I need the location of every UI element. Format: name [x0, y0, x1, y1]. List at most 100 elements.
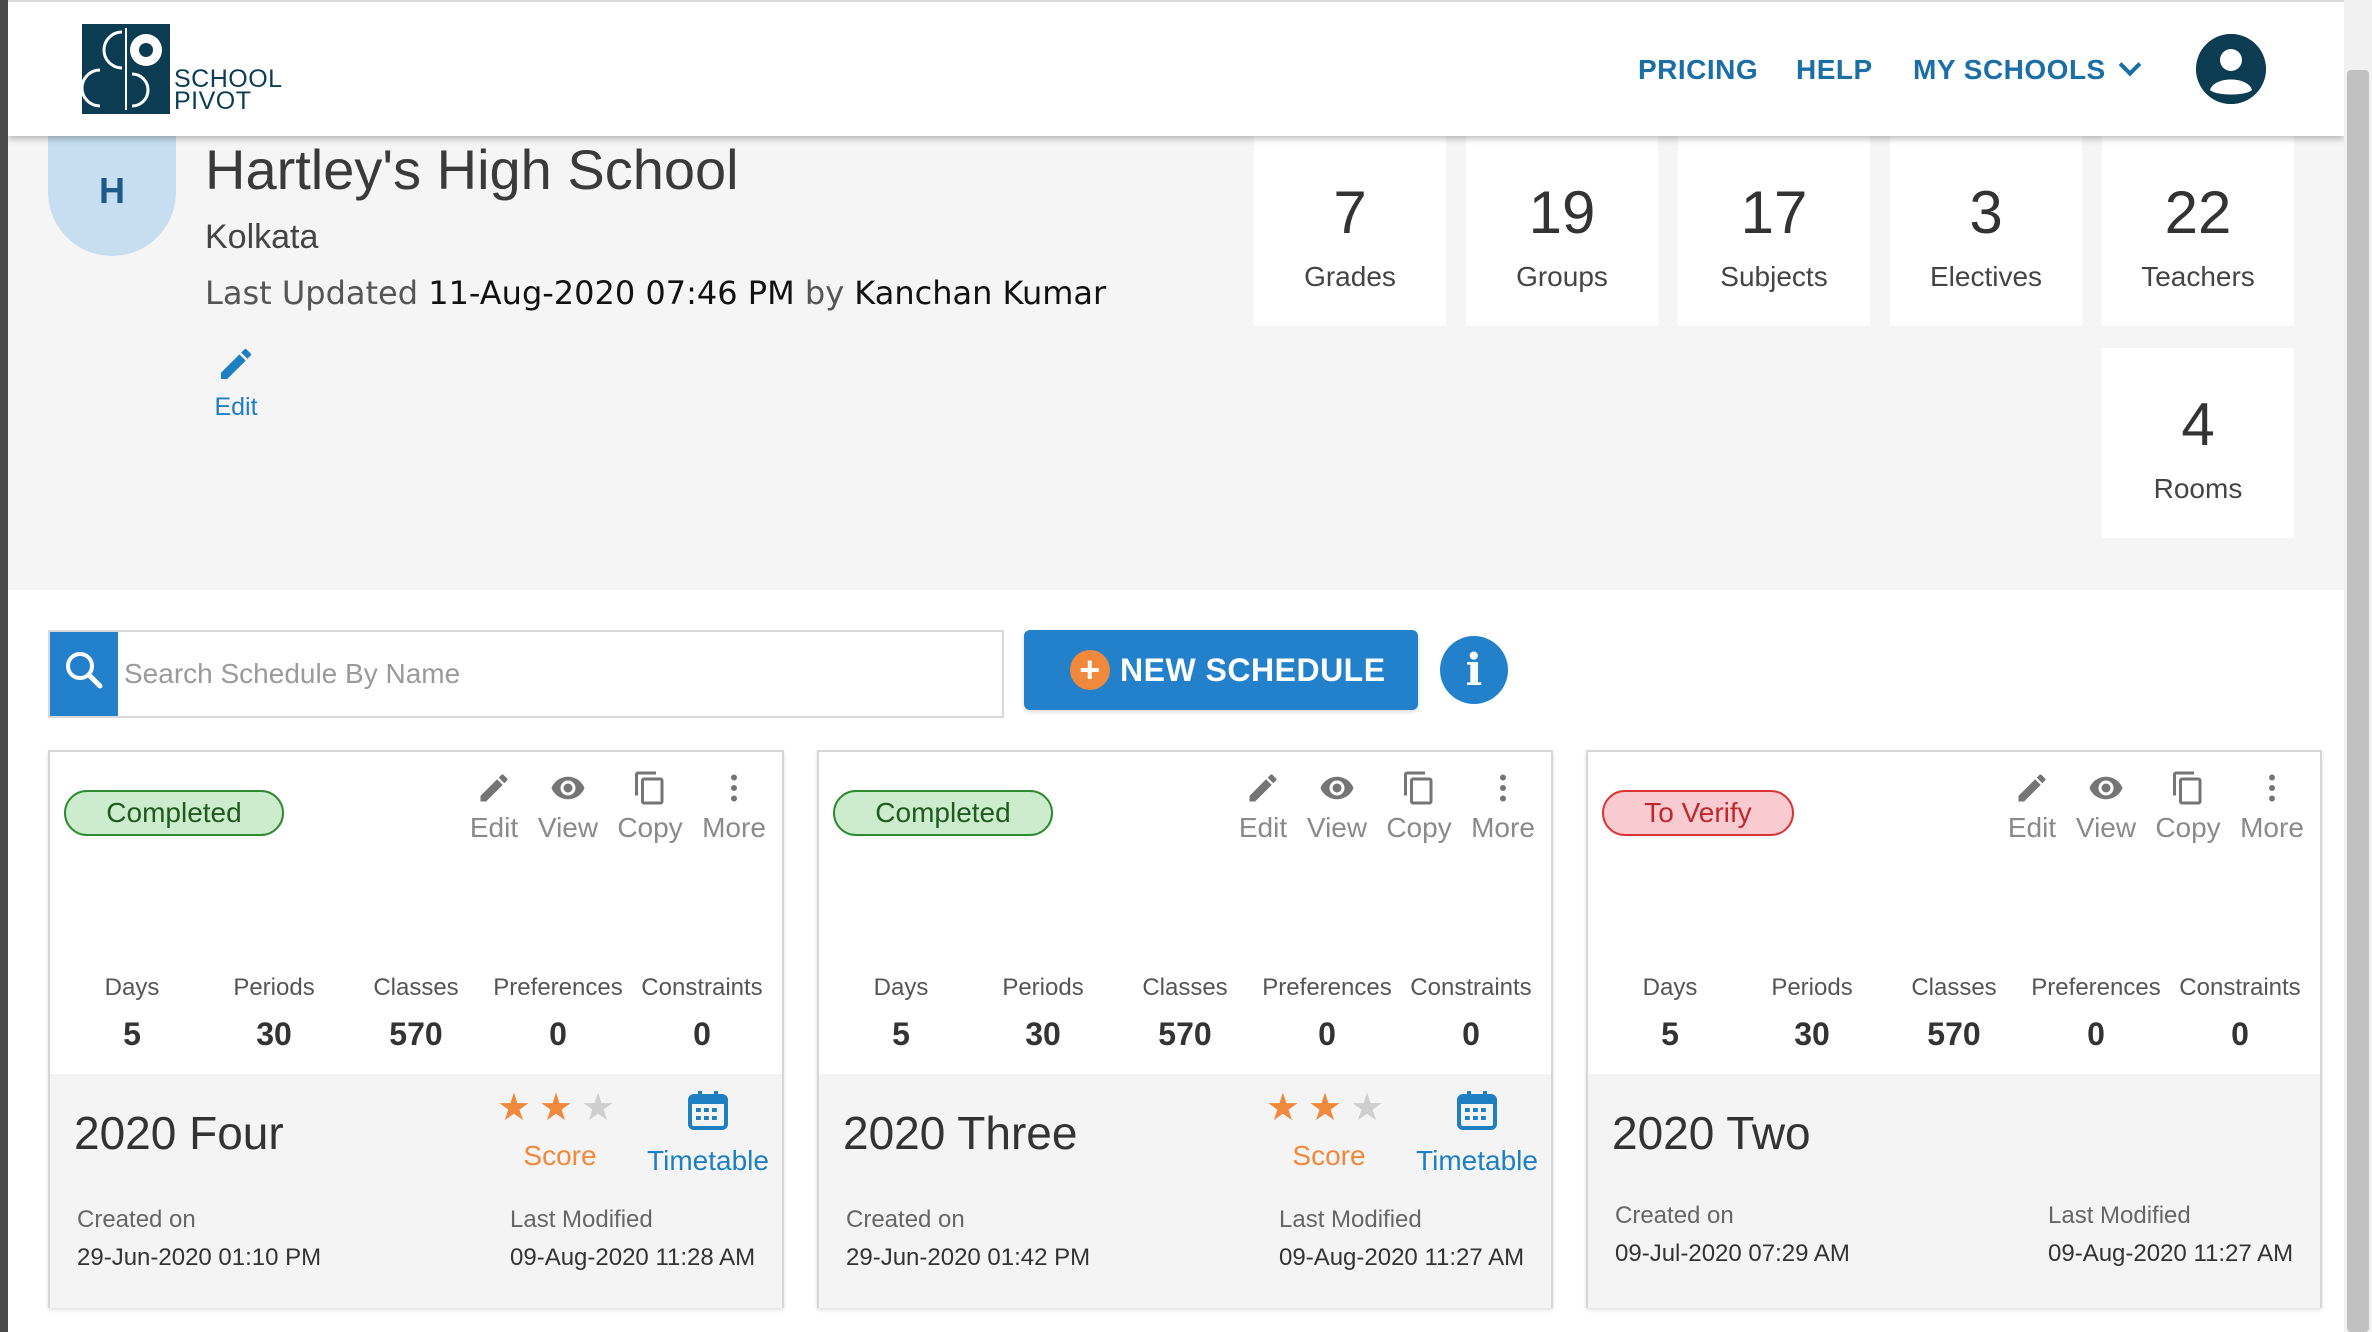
created-on-value: 29-Jun-2020 01:10 PM: [77, 1244, 322, 1271]
metric-label: Periods: [233, 974, 315, 1001]
timetable-label: Timetable: [1416, 1145, 1538, 1176]
edit-label: Edit: [1238, 812, 1288, 843]
card-actions: Edit View Copy More: [1994, 770, 2314, 850]
stat-subjects[interactable]: 17 Subjects: [1678, 136, 1870, 326]
card-footer: 2020 Three ★★★ Score Timetable Created o…: [819, 1074, 1551, 1308]
metric-value: 0: [1462, 1016, 1480, 1052]
metric-classes: Classes 570: [346, 974, 486, 1053]
last-modified-value: 09-Aug-2020 11:27 AM: [2048, 1240, 2294, 1267]
search-icon[interactable]: [50, 632, 118, 716]
star-rating: ★★★: [1259, 1086, 1399, 1130]
metric-days: Days 5: [831, 974, 971, 1053]
edit-schedule-button[interactable]: Edit: [1994, 770, 2070, 844]
more-vertical-icon: [1500, 774, 1506, 802]
created-on-label: Created on: [846, 1206, 965, 1233]
view-schedule-button[interactable]: View: [1299, 770, 1375, 844]
more-options-button[interactable]: More: [1465, 770, 1541, 844]
score-label: Score: [523, 1140, 597, 1171]
view-schedule-button[interactable]: View: [530, 770, 606, 844]
metric-value: 30: [1025, 1016, 1061, 1052]
stat-electives[interactable]: 3 Electives: [1890, 136, 2082, 326]
calendar-icon: [1457, 1091, 1497, 1130]
score-button[interactable]: ★★★ Score: [1259, 1086, 1399, 1172]
stat-value: 3: [1969, 179, 2003, 246]
schedule-name: 2020 Three: [843, 1107, 1078, 1159]
metric-label: Constraints: [641, 974, 763, 1001]
more-label: More: [1471, 812, 1535, 843]
copy-schedule-button[interactable]: Copy: [2150, 770, 2226, 844]
new-schedule-button[interactable]: + NEW SCHEDULE: [1024, 630, 1418, 710]
copy-label: Copy: [617, 812, 683, 843]
top-nav-bar: SCHOOL PIVOT PRICING HELP MY SCHOOLS: [8, 0, 2344, 136]
window-edge: [0, 0, 8, 1332]
stat-grades[interactable]: 7 Grades: [1254, 136, 1446, 326]
school-name: Hartley's High School: [205, 138, 739, 201]
metric-periods: Periods 30: [204, 974, 344, 1053]
edit-label: Edit: [469, 812, 519, 843]
copy-label: Copy: [1386, 812, 1452, 843]
stat-label: Rooms: [2153, 473, 2243, 504]
card-actions: Edit View Copy More: [456, 770, 776, 850]
last-modified-value: 09-Aug-2020 11:28 AM: [510, 1244, 756, 1271]
copy-schedule-button[interactable]: Copy: [612, 770, 688, 844]
school-city: Kolkata: [205, 218, 319, 256]
view-schedule-button[interactable]: View: [2068, 770, 2144, 844]
stat-groups[interactable]: 19 Groups: [1466, 136, 1658, 326]
status-badge: To Verify: [1602, 790, 1794, 836]
metric-periods: Periods 30: [973, 974, 1113, 1053]
school-pivot-logo[interactable]: SCHOOL PIVOT: [80, 24, 282, 116]
edit-school-label: Edit: [214, 393, 258, 421]
more-vertical-icon: [2269, 774, 2275, 802]
copy-schedule-button[interactable]: Copy: [1381, 770, 1457, 844]
stat-teachers[interactable]: 22 Teachers: [2102, 136, 2294, 326]
created-on-label: Created on: [77, 1206, 196, 1233]
stat-label: Subjects: [1720, 261, 1828, 292]
metric-label: Days: [1642, 974, 1698, 1001]
edit-school-button[interactable]: Edit: [204, 344, 268, 422]
scrollbar-thumb[interactable]: [2347, 70, 2369, 1332]
timetable-button[interactable]: Timetable: [1409, 1086, 1545, 1177]
user-account-icon[interactable]: [2196, 34, 2266, 104]
view-label: View: [1306, 812, 1368, 843]
metric-preferences: Preferences 0: [488, 974, 628, 1053]
star-empty-icon: ★: [581, 1087, 624, 1129]
stat-rooms[interactable]: 4 Rooms: [2102, 348, 2294, 538]
star-filled-icon: ★: [1265, 1087, 1308, 1129]
created-on-value: 09-Jul-2020 07:29 AM: [1615, 1240, 1850, 1267]
eye-icon: [1320, 776, 1354, 800]
edit-schedule-button[interactable]: Edit: [456, 770, 532, 844]
more-options-button[interactable]: More: [2234, 770, 2310, 844]
timetable-label: Timetable: [647, 1145, 769, 1176]
score-button[interactable]: ★★★ Score: [490, 1086, 630, 1172]
search-input[interactable]: [124, 636, 984, 712]
info-icon[interactable]: i: [1440, 636, 1508, 704]
metric-value: 5: [123, 1016, 141, 1052]
metric-constraints: Constraints 0: [1401, 974, 1541, 1053]
edit-schedule-button[interactable]: Edit: [1225, 770, 1301, 844]
schedule-name: 2020 Two: [1612, 1107, 1811, 1159]
status-badge: Completed: [64, 790, 284, 836]
metric-value: 570: [389, 1016, 443, 1052]
nav-my-schools-label: MY SCHOOLS: [1913, 54, 2106, 85]
schedule-card[interactable]: Completed Edit View Copy More Days 5 Peri…: [817, 750, 1553, 1308]
nav-help-link[interactable]: HELP: [1796, 54, 1873, 86]
new-schedule-label: NEW SCHEDULE: [1120, 652, 1386, 688]
nav-my-schools-dropdown[interactable]: MY SCHOOLS: [1913, 53, 2142, 86]
last-updated-info: Last Updated 11-Aug-2020 07:46 PM by Kan…: [205, 274, 1106, 312]
metric-value: 5: [892, 1016, 910, 1052]
schedule-search: [48, 630, 1004, 718]
schedule-card[interactable]: Completed Edit View Copy More Days 5 Peri…: [48, 750, 784, 1308]
metric-value: 0: [549, 1016, 567, 1052]
more-options-button[interactable]: More: [696, 770, 772, 844]
timetable-button[interactable]: Timetable: [640, 1086, 776, 1177]
nav-pricing-link[interactable]: PRICING: [1638, 54, 1758, 86]
pencil-icon: [221, 348, 252, 379]
metric-days: Days 5: [1600, 974, 1740, 1053]
metric-value: 5: [1661, 1016, 1679, 1052]
edit-label: Edit: [2007, 812, 2057, 843]
created-on-value: 29-Jun-2020 01:42 PM: [846, 1244, 1091, 1271]
last-modified-label: Last Modified: [510, 1206, 653, 1233]
school-avatar: H: [48, 136, 176, 256]
schedule-card[interactable]: To Verify Edit View Copy More Days 5 Peri…: [1586, 750, 2322, 1308]
stat-label: Grades: [1304, 261, 1396, 292]
